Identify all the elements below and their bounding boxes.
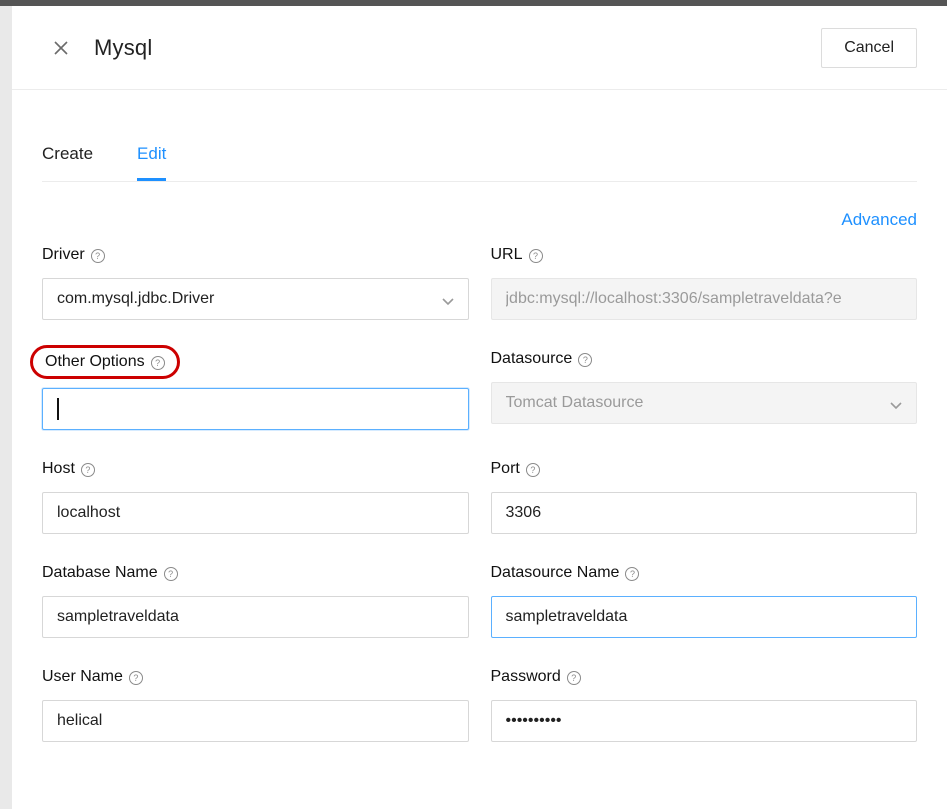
form-grid: Driver ? com.mysql.jdbc.Driver URL ? Oth… [42,246,917,742]
modal-header: Mysql Cancel [12,6,947,90]
host-input[interactable] [42,492,469,534]
help-icon[interactable]: ? [578,353,592,367]
label-other-options-text: Other Options [45,353,145,371]
datasource-select-value: Tomcat Datasource [506,394,891,412]
password-input[interactable] [491,700,918,742]
label-host: Host ? [42,460,469,478]
field-ds-name: Datasource Name ? [491,564,918,638]
help-icon[interactable]: ? [625,567,639,581]
help-icon[interactable]: ? [81,463,95,477]
field-datasource: Datasource ? Tomcat Datasource [491,350,918,430]
label-url: URL ? [491,246,918,264]
field-driver: Driver ? com.mysql.jdbc.Driver [42,246,469,320]
url-input [491,278,918,320]
label-datasource: Datasource ? [491,350,918,368]
chevron-down-icon [442,293,454,305]
cancel-button[interactable]: Cancel [821,28,917,68]
label-url-text: URL [491,246,523,264]
help-icon[interactable]: ? [91,249,105,263]
label-datasource-text: Datasource [491,350,573,368]
label-user-name-text: User Name [42,668,123,686]
port-input[interactable] [491,492,918,534]
advanced-link[interactable]: Advanced [841,210,917,229]
driver-select-value: com.mysql.jdbc.Driver [57,290,442,308]
field-host: Host ? [42,460,469,534]
advanced-row: Advanced [42,210,917,230]
label-password-text: Password [491,668,561,686]
label-db-name-text: Database Name [42,564,158,582]
chevron-down-icon [890,397,902,409]
tabs: Create Edit [42,130,917,182]
label-host-text: Host [42,460,75,478]
field-user-name: User Name ? [42,668,469,742]
other-options-input[interactable] [42,388,469,430]
field-password: Password ? [491,668,918,742]
help-icon[interactable]: ? [526,463,540,477]
tab-edit[interactable]: Edit [137,130,166,181]
label-port: Port ? [491,460,918,478]
label-ds-name-text: Datasource Name [491,564,620,582]
close-icon[interactable] [52,39,70,57]
help-icon[interactable]: ? [129,671,143,685]
label-db-name: Database Name ? [42,564,469,582]
label-port-text: Port [491,460,520,478]
user-name-input[interactable] [42,700,469,742]
help-icon[interactable]: ? [164,567,178,581]
field-other-options: Other Options ? [42,350,469,430]
help-icon[interactable]: ? [151,356,165,370]
label-password: Password ? [491,668,918,686]
ds-name-input[interactable] [491,596,918,638]
label-driver: Driver ? [42,246,469,264]
header-left: Mysql [52,35,152,61]
left-gutter [0,6,12,809]
help-icon[interactable]: ? [567,671,581,685]
modal-title: Mysql [94,35,152,61]
field-url: URL ? [491,246,918,320]
driver-select[interactable]: com.mysql.jdbc.Driver [42,278,469,320]
field-db-name: Database Name ? [42,564,469,638]
db-name-input[interactable] [42,596,469,638]
datasource-select: Tomcat Datasource [491,382,918,424]
label-ds-name: Datasource Name ? [491,564,918,582]
tab-create[interactable]: Create [42,130,93,181]
label-other-options: Other Options ? [42,350,469,374]
modal-content: Create Edit Advanced Driver ? com.mysql.… [12,90,947,742]
highlight-other-options: Other Options ? [30,345,180,379]
label-user-name: User Name ? [42,668,469,686]
help-icon[interactable]: ? [529,249,543,263]
field-port: Port ? [491,460,918,534]
label-driver-text: Driver [42,246,85,264]
